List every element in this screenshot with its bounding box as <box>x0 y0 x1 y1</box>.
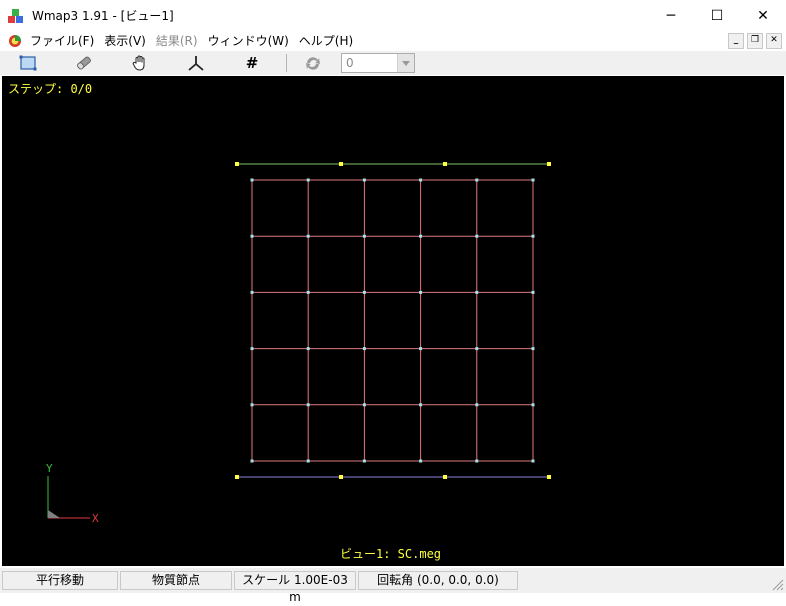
boundary-node <box>547 475 551 479</box>
mesh-node <box>419 459 423 463</box>
status-bar: 平行移動 物質節点 スケール 1.00E-03 m 回転角 (0.0, 0.0,… <box>0 568 786 604</box>
menu-help[interactable]: ヘルプ(H) <box>297 31 361 51</box>
frame-button[interactable] <box>0 51 56 75</box>
axis-x-label: X <box>92 512 99 525</box>
window-title: Wmap3 1.91 - [ビュー1] <box>32 9 174 23</box>
mesh-node <box>419 347 423 351</box>
mesh-node <box>306 347 310 351</box>
hand-icon <box>132 55 145 71</box>
mesh-node <box>475 347 479 351</box>
rotate-icon <box>306 57 320 70</box>
axis-origin-marker <box>48 510 60 518</box>
axis-y-label: Y <box>46 462 53 475</box>
status-scale: スケール 1.00E-03 m <box>234 571 356 604</box>
boundary-node <box>547 162 551 166</box>
mesh-node <box>362 234 366 238</box>
mesh-node <box>475 459 479 463</box>
document-icon[interactable] <box>8 34 22 48</box>
eraser-button[interactable] <box>56 51 112 75</box>
mesh-node <box>531 403 535 407</box>
boundary-node <box>339 162 343 166</box>
mesh-node <box>475 234 479 238</box>
boundary-node <box>235 475 239 479</box>
mesh-node <box>306 178 310 182</box>
mdi-restore-button[interactable]: ❐ <box>747 33 763 49</box>
mdi-close-button[interactable]: ✕ <box>766 33 782 49</box>
mesh-node <box>531 290 535 294</box>
close-button[interactable]: ✕ <box>740 0 786 31</box>
toolbar-separator <box>286 54 287 72</box>
mesh-node <box>250 403 254 407</box>
step-label: ステップ: 0/0 <box>8 82 93 96</box>
maximize-button[interactable]: ☐ <box>694 0 740 31</box>
step-combo[interactable]: 0 <box>341 53 415 73</box>
model-viewport[interactable]: YX ステップ: 0/0 ビュー1: SC.meg <box>2 76 784 566</box>
mesh-node <box>362 347 366 351</box>
resize-grip-icon[interactable] <box>770 577 784 591</box>
menu-bar: ファイル(F) 表示(V) 結果(R) ウィンドウ(W) ヘルプ(H) <box>0 31 786 51</box>
view-caption: ビュー1: SC.meg <box>340 547 442 561</box>
toolbar: # 0 <box>0 51 786 75</box>
mesh-node <box>531 234 535 238</box>
status-material: 物質節点 <box>120 571 232 590</box>
mesh-node <box>531 178 535 182</box>
mesh-node <box>306 234 310 238</box>
mesh-node <box>475 290 479 294</box>
eraser-icon <box>77 56 91 70</box>
mesh-node <box>531 347 535 351</box>
app-logo-icon <box>8 8 24 24</box>
frame-icon <box>19 55 37 71</box>
step-combo-value: 0 <box>346 56 354 70</box>
mesh-node <box>306 290 310 294</box>
status-mode: 平行移動 <box>2 571 118 590</box>
chevron-down-icon[interactable] <box>397 54 414 72</box>
boundary-node <box>339 475 343 479</box>
menu-file[interactable]: ファイル(F) <box>28 31 102 51</box>
mesh-node <box>531 459 535 463</box>
mesh-node <box>475 403 479 407</box>
menu-view[interactable]: 表示(V) <box>102 31 154 51</box>
mdi-minimize-button[interactable]: _ <box>728 33 744 49</box>
minimize-button[interactable]: ─ <box>648 0 694 31</box>
mesh-node <box>250 234 254 238</box>
mesh-node <box>250 290 254 294</box>
boundary-node <box>443 475 447 479</box>
mesh-node <box>419 290 423 294</box>
menu-results[interactable]: 結果(R) <box>154 31 206 51</box>
boundary-node <box>235 162 239 166</box>
mesh-node <box>250 178 254 182</box>
mesh-node <box>362 459 366 463</box>
mesh-node <box>306 459 310 463</box>
mesh-node <box>419 403 423 407</box>
mesh-node <box>250 347 254 351</box>
grid-button[interactable]: # <box>224 51 280 75</box>
mesh-node <box>362 178 366 182</box>
mesh-node <box>362 290 366 294</box>
mesh-node <box>419 178 423 182</box>
boundary-node <box>443 162 447 166</box>
mesh-node <box>362 403 366 407</box>
pan-button[interactable] <box>112 51 168 75</box>
axes-button[interactable] <box>168 51 224 75</box>
rotate-button[interactable] <box>293 51 333 75</box>
title-bar: Wmap3 1.91 - [ビュー1] ─ ☐ ✕ <box>0 0 786 31</box>
mesh-node <box>475 178 479 182</box>
axes-icon <box>188 56 204 71</box>
mesh-node <box>306 403 310 407</box>
grid-icon: # <box>245 54 259 72</box>
menu-window[interactable]: ウィンドウ(W) <box>206 31 297 51</box>
mesh-node <box>250 459 254 463</box>
mesh-node <box>419 234 423 238</box>
mesh-canvas: YX <box>46 162 551 525</box>
status-rotation: 回転角 (0.0, 0.0, 0.0) <box>358 571 518 590</box>
